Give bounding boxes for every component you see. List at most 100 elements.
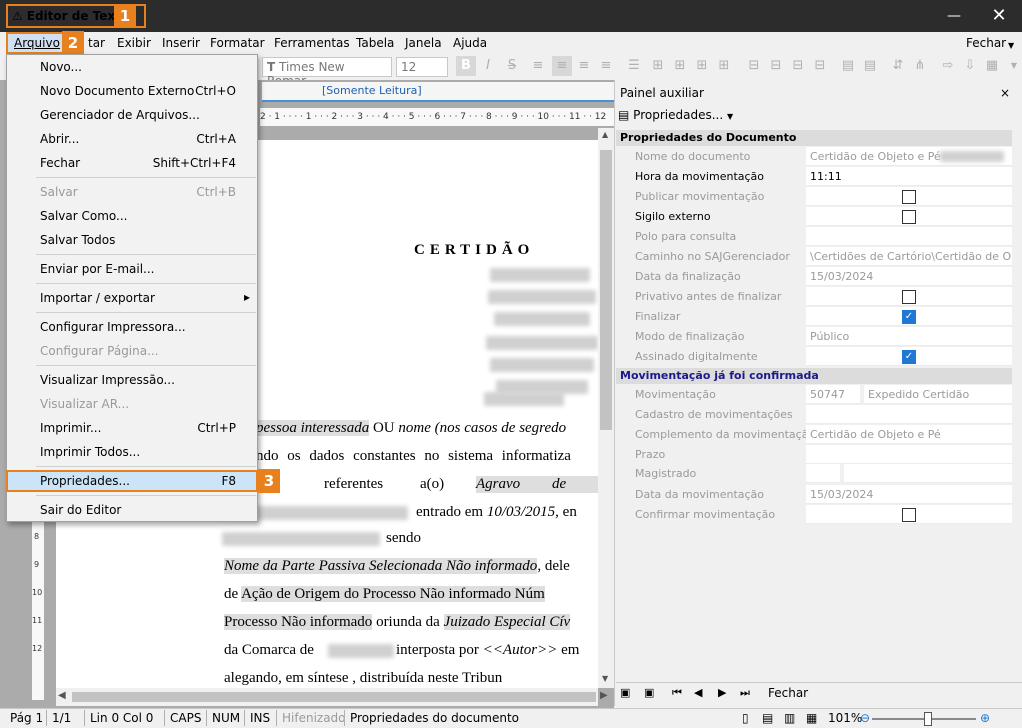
redacted-text xyxy=(484,392,564,406)
list-icon[interactable]: ☰ xyxy=(626,58,642,74)
menu-item-novo-externo[interactable]: Novo Documento Externo xyxy=(40,84,194,98)
close-window-button[interactable]: ✕ xyxy=(988,6,1010,26)
menu-item-salvar-como[interactable]: Salvar Como... xyxy=(40,209,128,223)
view-page-icon[interactable]: ▯ xyxy=(742,711,749,725)
view-normal-icon[interactable]: ▤ xyxy=(762,711,773,725)
next-page-icon[interactable]: ▶ xyxy=(718,686,726,699)
menu-arquivo[interactable]: Arquivo xyxy=(6,32,68,54)
bold-icon[interactable]: B xyxy=(456,56,476,76)
grid-settings-icon[interactable]: ▦ xyxy=(984,58,1000,74)
panel-save-icon[interactable]: ▣ xyxy=(620,686,630,699)
doc-field: pessoa interessada xyxy=(256,420,370,436)
align-left-icon[interactable]: ≡ xyxy=(530,58,546,74)
panel-properties-button[interactable]: ▤ Propriedades... ▼ xyxy=(618,108,733,122)
align-right-icon[interactable]: ≡ xyxy=(576,58,592,74)
menu-item-imprimir[interactable]: Imprimir... xyxy=(40,421,101,435)
font-size-select[interactable]: 12 xyxy=(396,57,448,77)
menu-item-imprimir-todos[interactable]: Imprimir Todos... xyxy=(40,445,140,459)
menu-item-visualizar-impressao[interactable]: Visualizar Impressão... xyxy=(40,373,175,387)
menu-editar[interactable]: tar xyxy=(88,36,105,50)
toolbar-overflow-icon[interactable]: ▼ xyxy=(1006,58,1022,74)
font-name-select[interactable]: T Times New Romar xyxy=(262,57,392,88)
menu-inserir[interactable]: Inserir xyxy=(162,36,200,50)
prop-row-nome: Nome do documento Certidão de Objeto e Pé xyxy=(616,147,1012,167)
hora-movimentacao-field[interactable]: 11:11 xyxy=(806,167,1012,186)
document-title: CERTIDÃO xyxy=(414,242,535,258)
table-border-icon[interactable]: ⊞ xyxy=(694,58,710,74)
privativo-checkbox[interactable] xyxy=(902,290,916,304)
menu-item-enviar-email[interactable]: Enviar por E-mail... xyxy=(40,262,155,276)
last-page-icon[interactable]: ⏭ xyxy=(740,686,750,700)
table-grid-icon[interactable]: ⊞ xyxy=(650,58,666,74)
panel-print-icon[interactable]: ▣ xyxy=(644,686,654,699)
strikethrough-icon[interactable]: S xyxy=(504,58,520,74)
finalizar-checkbox[interactable]: ✓ xyxy=(902,310,916,324)
menu-ferramentas[interactable]: Ferramentas xyxy=(274,36,350,50)
vertical-scroll-thumb[interactable] xyxy=(600,150,612,430)
document-tab[interactable] xyxy=(262,82,614,102)
publicar-checkbox[interactable] xyxy=(902,190,916,204)
zoom-in-icon[interactable]: ⊕ xyxy=(980,711,990,725)
zoom-slider-thumb[interactable] xyxy=(924,712,932,726)
tree-icon[interactable]: ⋔ xyxy=(912,58,928,74)
table-cols-icon[interactable]: ⊟ xyxy=(746,58,762,74)
cell-top-icon[interactable]: ▤ xyxy=(840,58,856,74)
menu-item-salvar-todos[interactable]: Salvar Todos xyxy=(40,233,115,247)
italic-icon[interactable]: I xyxy=(480,58,496,74)
menu-item-novo[interactable]: Novo... xyxy=(40,60,82,74)
scroll-right-icon[interactable]: ▶ xyxy=(600,690,608,701)
menu-formatar[interactable]: Formatar xyxy=(210,36,265,50)
menu-item-configurar-impressora[interactable]: Configurar Impressora... xyxy=(40,320,186,334)
minimize-button[interactable]: — xyxy=(944,8,964,24)
scroll-up-icon[interactable]: ▲ xyxy=(602,130,608,139)
fechar-document-button[interactable]: Fechar xyxy=(966,36,1006,50)
horizontal-scroll-thumb[interactable] xyxy=(72,692,596,702)
prev-page-icon[interactable]: ◀ xyxy=(694,686,702,699)
menu-item-propriedades[interactable]: Propriedades... xyxy=(40,474,130,488)
panel-fechar-button[interactable]: Fechar xyxy=(768,686,808,700)
panel-close-icon[interactable]: × xyxy=(1000,86,1010,100)
menu-item-importar-exportar[interactable]: Importar / exportar xyxy=(40,291,155,305)
horizontal-ruler[interactable]: 2 · 1 · · · · 1 · · · 2 · · · 3 · · · 4 … xyxy=(260,108,614,126)
menu-item-fechar[interactable]: Fechar xyxy=(40,156,80,170)
table-split-icon[interactable]: ⊟ xyxy=(790,58,806,74)
view-outline-icon[interactable]: ▦ xyxy=(806,711,817,725)
assinado-checkbox[interactable]: ✓ xyxy=(902,350,916,364)
scroll-down-icon[interactable]: ▼ xyxy=(602,674,608,683)
chevron-down-icon[interactable]: ▼ xyxy=(1008,41,1014,50)
view-web-icon[interactable]: ▥ xyxy=(784,711,795,725)
menu-tabela[interactable]: Tabela xyxy=(356,36,394,50)
menu-item-configurar-pagina[interactable]: Configurar Página... xyxy=(40,344,159,358)
align-center-icon[interactable]: ≡ xyxy=(552,56,572,76)
menu-item-visualizar-ar[interactable]: Visualizar AR... xyxy=(40,397,129,411)
table-insert-icon[interactable]: ⊞ xyxy=(672,58,688,74)
menu-janela[interactable]: Janela xyxy=(405,36,442,50)
move-right-icon[interactable]: ⇨ xyxy=(940,58,956,74)
scroll-left-icon[interactable]: ◀ xyxy=(58,690,66,701)
mov-row-movimentacao: Movimentação 50747 Expedido Certidão xyxy=(616,385,1012,405)
move-down-icon[interactable]: ⇩ xyxy=(962,58,978,74)
doc-field: Juizado Especial Cív xyxy=(443,614,571,630)
prop-value: 50747 xyxy=(806,385,860,404)
menu-exibir[interactable]: Exibir xyxy=(117,36,151,50)
menu-item-salvar[interactable]: Salvar xyxy=(40,185,78,199)
zoom-out-icon[interactable]: ⊖ xyxy=(860,711,870,725)
menu-item-abrir[interactable]: Abrir... xyxy=(40,132,79,146)
first-page-icon[interactable]: ⏮ xyxy=(672,686,682,700)
confirmar-checkbox[interactable] xyxy=(902,508,916,522)
justify-icon[interactable]: ≡ xyxy=(598,58,614,74)
cell-bottom-icon[interactable]: ⇵ xyxy=(890,58,906,74)
menu-item-sair[interactable]: Sair do Editor xyxy=(40,503,121,517)
table-merge-icon[interactable]: ⊟ xyxy=(768,58,784,74)
cell-middle-icon[interactable]: ▤ xyxy=(862,58,878,74)
menu-item-gerenciador[interactable]: Gerenciador de Arquivos... xyxy=(40,108,200,122)
table-delete-icon[interactable]: ⊟ xyxy=(812,58,828,74)
doc-line-10: alegando, em síntese , distribuída neste… xyxy=(224,670,503,686)
table-rows-icon[interactable]: ⊞ xyxy=(716,58,732,74)
prop-value: Público xyxy=(806,327,1012,346)
doc-field: Processo Não informado xyxy=(224,614,373,630)
shortcut-salvar: Ctrl+B xyxy=(196,185,236,199)
menu-ajuda[interactable]: Ajuda xyxy=(453,36,487,50)
sigilo-checkbox[interactable] xyxy=(902,210,916,224)
redacted-text xyxy=(328,644,394,658)
